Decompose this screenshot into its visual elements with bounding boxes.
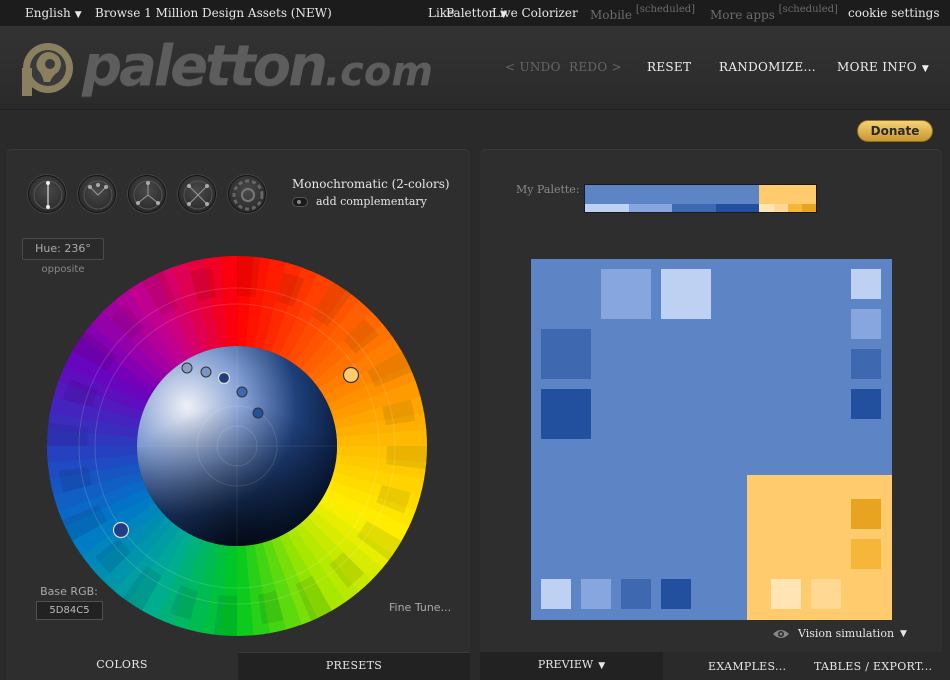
scheme-free-button[interactable] — [228, 175, 266, 213]
shade-swatch — [787, 204, 802, 212]
base-hue-marker[interactable] — [112, 521, 130, 539]
my-palette-strip[interactable] — [584, 184, 817, 213]
shade-marker[interactable] — [181, 362, 193, 374]
preview-swatch — [851, 349, 881, 379]
base-color-marker[interactable] — [217, 371, 231, 385]
main-area: Donate Monochromatic (2-colors) add comp… — [0, 111, 950, 680]
preview-swatch — [541, 329, 591, 379]
preview-swatch — [621, 579, 651, 609]
preview-swatch — [581, 579, 611, 609]
cookie-settings-link[interactable]: cookie settings — [848, 6, 940, 20]
fine-tune-link[interactable]: Fine Tune... — [389, 601, 451, 614]
add-complementary-label: add complementary — [316, 195, 427, 208]
more-apps-label: More apps — [710, 8, 775, 22]
logo-main-text: paletton — [82, 34, 328, 99]
tab-examples[interactable]: EXAMPLES... — [708, 660, 786, 673]
base-rgb-input[interactable]: 5D84C5 — [36, 601, 103, 620]
mono-scheme-icon — [33, 180, 63, 210]
top-bar: English ▼ Browse 1 Million Design Assets … — [0, 0, 950, 26]
shade-marker[interactable] — [236, 386, 248, 398]
complement-swatch — [759, 185, 816, 204]
preview-swatch — [851, 499, 881, 529]
shade-swatch — [759, 204, 774, 212]
logo-wordmark: paletton.com — [82, 34, 433, 99]
shade-swatch — [628, 204, 673, 212]
scheme-adjacent-button[interactable] — [78, 175, 116, 213]
paletton-logo-icon — [22, 43, 73, 96]
shade-swatch — [773, 204, 788, 212]
browse-assets-link[interactable]: Browse 1 Million Design Assets (NEW) — [95, 6, 332, 20]
tab-presets[interactable]: PRESETS — [238, 652, 470, 680]
scheme-tetrad-button[interactable] — [178, 175, 216, 213]
preview-swatch — [601, 269, 651, 319]
scheme-title: Monochromatic (2-colors) — [292, 177, 450, 191]
preview-swatch — [541, 579, 571, 609]
tab-colors[interactable]: COLORS — [6, 652, 238, 680]
base-rgb-label: Base RGB: — [40, 585, 98, 598]
shade-marker[interactable] — [252, 407, 264, 419]
free-scheme-icon — [232, 179, 264, 211]
complement-preview-area — [747, 475, 892, 620]
triad-scheme-icon — [133, 180, 163, 210]
shade-swatch — [585, 204, 629, 212]
preview-swatch — [851, 539, 881, 569]
mobile-link[interactable]: Mobile [scheduled] — [590, 4, 696, 22]
tetrad-scheme-icon — [183, 180, 213, 210]
complement-color-group[interactable] — [759, 185, 816, 212]
scheme-triad-button[interactable] — [128, 175, 166, 213]
vision-simulation-label: Vision simulation — [798, 627, 895, 640]
scheduled-badge: [scheduled] — [778, 4, 838, 15]
base-swatch — [585, 185, 760, 204]
shade-swatch — [801, 204, 816, 212]
eye-icon — [773, 629, 789, 638]
mobile-label: Mobile — [590, 8, 632, 22]
tab-preview-label: PREVIEW — [537, 658, 594, 671]
base-color-group[interactable] — [585, 185, 760, 212]
adjacent-scheme-icon — [83, 180, 113, 210]
chevron-down-icon: ▼ — [900, 628, 907, 639]
scheme-mono-button[interactable] — [28, 175, 66, 213]
more-info-label: MORE INFO — [837, 60, 917, 74]
complement-hue-marker[interactable] — [342, 366, 360, 384]
logo[interactable] — [20, 36, 80, 102]
randomize-button[interactable]: RANDOMIZE... — [719, 60, 816, 74]
more-apps-link[interactable]: More apps [scheduled] — [710, 4, 838, 22]
shade-marker[interactable] — [200, 366, 212, 378]
preview-swatch — [811, 579, 841, 609]
preview-swatch — [661, 579, 691, 609]
colors-panel: Monochromatic (2-colors) add complementa… — [6, 149, 470, 680]
reset-button[interactable]: RESET — [647, 60, 691, 74]
preview-swatch — [541, 389, 591, 439]
scheduled-badge: [scheduled] — [635, 4, 696, 15]
header: paletton.com < UNDO REDO > RESET RANDOMI… — [0, 26, 950, 110]
donate-button[interactable]: Donate — [857, 120, 933, 142]
color-wheel[interactable] — [42, 251, 432, 641]
paletton-menu-label: Paletton — [446, 6, 497, 20]
shade-swatch — [672, 204, 716, 212]
more-info-button[interactable]: MORE INFO ▼ — [837, 60, 929, 74]
redo-button[interactable]: REDO > — [569, 60, 622, 74]
language-selector[interactable]: English ▼ — [25, 6, 82, 20]
undo-button[interactable]: < UNDO — [505, 60, 561, 74]
shade-swatch — [715, 204, 760, 212]
tab-preview[interactable]: PREVIEW ▼ — [480, 652, 663, 680]
chevron-down-icon: ▼ — [921, 64, 930, 74]
logo-suffix-text: .com — [324, 49, 434, 95]
preview-panel: My Palette: Vision simulation ▼ — [480, 149, 942, 652]
chevron-down-icon: ▼ — [598, 661, 606, 671]
tab-tables-export[interactable]: TABLES / EXPORT... — [814, 660, 932, 673]
palette-preview[interactable] — [531, 259, 892, 620]
chevron-down-icon: ▼ — [74, 10, 82, 20]
add-complementary-toggle[interactable]: add complementary — [292, 195, 427, 208]
vision-simulation-dropdown[interactable]: Vision simulation ▼ — [772, 627, 907, 640]
preview-swatch — [851, 309, 881, 339]
language-label: English — [25, 6, 71, 20]
preview-swatch — [851, 269, 881, 299]
live-colorizer-link[interactable]: Live Colorizer — [492, 6, 578, 20]
my-palette-label: My Palette: — [516, 183, 580, 196]
toggle-switch-icon — [292, 196, 308, 207]
preview-swatch — [851, 389, 881, 419]
preview-swatch — [661, 269, 711, 319]
preview-swatch — [771, 579, 801, 609]
